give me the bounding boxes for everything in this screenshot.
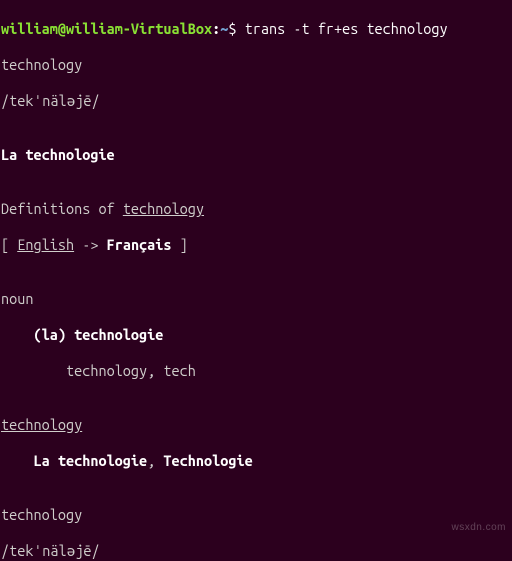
defs-word: technology: [123, 200, 204, 217]
watermark: wsxdn.com: [451, 519, 506, 537]
es-ipa: /tekˈnäləjē/: [1, 542, 512, 560]
lang-close: ]: [172, 236, 188, 253]
lang-open: [: [1, 236, 17, 253]
fr-definitions-line: Definitions of technology: [1, 200, 512, 218]
lang-arrow: ->: [74, 236, 106, 253]
indent: [1, 452, 33, 469]
fr-back-trans: La technologie: [33, 452, 147, 469]
fr-gloss: technology, tech: [66, 362, 196, 379]
command-text: trans -t fr+es technology: [245, 20, 448, 37]
fr-gloss-line: technology, tech: [1, 362, 512, 380]
output-word: technology: [1, 56, 512, 74]
fr-back-word: technology: [1, 416, 512, 434]
fr-entry: (la) technologie: [33, 326, 163, 343]
fr-back-sep: ,: [147, 452, 163, 469]
prompt-line-1: william@william-VirtualBox:~$ trans -t f…: [1, 20, 512, 38]
lang-dst: Français: [107, 236, 172, 253]
es-word: technology: [1, 506, 512, 524]
lang-src: English: [17, 236, 74, 253]
defs-prefix: Definitions of: [1, 200, 123, 217]
fr-pos: noun: [1, 290, 512, 308]
fr-headline: La technologie: [1, 146, 512, 164]
prompt-at: @: [58, 20, 66, 37]
prompt-dollar: $: [228, 20, 236, 37]
fr-lang-line: [ English -> Français ]: [1, 236, 512, 254]
fr-back-line: La technologie, Technologie: [1, 452, 512, 470]
output-ipa: /tekˈnäləjē/: [1, 92, 512, 110]
fr-back-trans2: Technologie: [163, 452, 252, 469]
indent: [1, 362, 66, 379]
indent: [1, 326, 33, 343]
fr-entry-line: (la) technologie: [1, 326, 512, 344]
prompt-host: william-VirtualBox: [66, 20, 212, 37]
terminal[interactable]: william@william-VirtualBox:~$ trans -t f…: [0, 0, 512, 561]
prompt-user: william: [1, 20, 58, 37]
